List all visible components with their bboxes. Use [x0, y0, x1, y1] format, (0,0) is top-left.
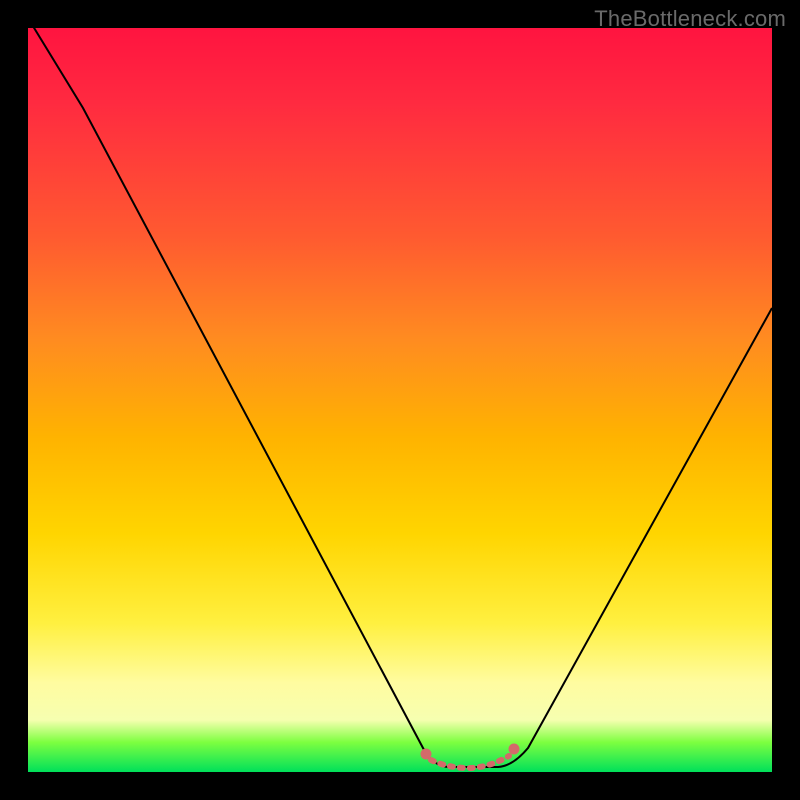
chart-frame: TheBottleneck.com — [0, 0, 800, 800]
plot-area — [28, 28, 772, 772]
valley-marker — [421, 744, 519, 768]
watermark-text: TheBottleneck.com — [594, 6, 786, 32]
curve-path — [28, 18, 772, 767]
bottleneck-curve — [28, 28, 772, 772]
